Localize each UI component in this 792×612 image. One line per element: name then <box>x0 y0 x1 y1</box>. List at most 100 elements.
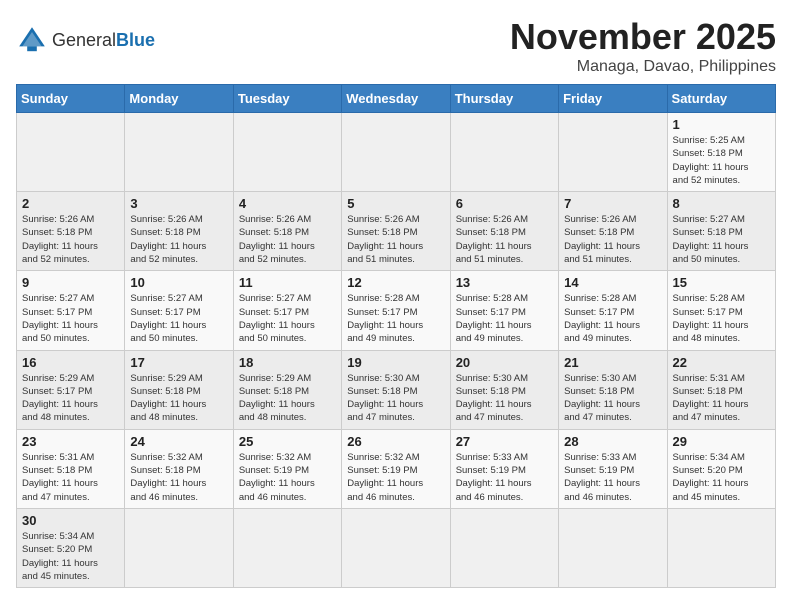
day-number: 19 <box>347 355 444 370</box>
day-number: 22 <box>673 355 770 370</box>
day-number: 28 <box>564 434 661 449</box>
location-title: Managa, Davao, Philippines <box>510 58 776 76</box>
day-info: Sunrise: 5:31 AMSunset: 5:18 PMDaylight:… <box>673 372 770 425</box>
calendar-cell: 16 Sunrise: 5:29 AMSunset: 5:17 PMDayligh… <box>17 350 125 429</box>
calendar-cell: 15Sunrise: 5:28 AMSunset: 5:17 PMDayligh… <box>667 271 775 350</box>
calendar-cell <box>559 508 667 587</box>
day-info: Sunrise: 5:34 AMSunset: 5:20 PMDaylight:… <box>673 451 770 504</box>
day-info: Sunrise: 5:28 AMSunset: 5:17 PMDaylight:… <box>456 292 553 345</box>
calendar-cell: 20 Sunrise: 5:30 AMSunset: 5:18 PMDayligh… <box>450 350 558 429</box>
calendar-cell: 29 Sunrise: 5:34 AMSunset: 5:20 PMDayligh… <box>667 429 775 508</box>
day-info: Sunrise: 5:30 AMSunset: 5:18 PMDaylight:… <box>456 372 553 425</box>
calendar-cell: 19 Sunrise: 5:30 AMSunset: 5:18 PMDayligh… <box>342 350 450 429</box>
day-number: 3 <box>130 196 227 211</box>
day-info: Sunrise: 5:32 AMSunset: 5:18 PMDaylight:… <box>130 451 227 504</box>
day-number: 21 <box>564 355 661 370</box>
day-number: 18 <box>239 355 336 370</box>
day-info: Sunrise: 5:27 AMSunset: 5:17 PMDaylight:… <box>239 292 336 345</box>
day-number: 2 <box>22 196 119 211</box>
calendar-cell <box>342 508 450 587</box>
day-number: 17 <box>130 355 227 370</box>
calendar-cell: 21Sunrise: 5:30 AMSunset: 5:18 PMDayligh… <box>559 350 667 429</box>
logo-icon <box>16 24 48 56</box>
day-number: 30 <box>22 513 119 528</box>
day-info: Sunrise: 5:26 AMSunset: 5:18 PMDaylight:… <box>239 213 336 266</box>
calendar-cell: 22 Sunrise: 5:31 AMSunset: 5:18 PMDayligh… <box>667 350 775 429</box>
day-number: 16 <box>22 355 119 370</box>
calendar-cell: 1Sunrise: 5:25 AMSunset: 5:18 PMDaylight… <box>667 113 775 192</box>
day-info: Sunrise: 5:26 AMSunset: 5:18 PMDaylight:… <box>564 213 661 266</box>
day-info: Sunrise: 5:30 AMSunset: 5:18 PMDaylight:… <box>347 372 444 425</box>
calendar-cell <box>233 113 341 192</box>
day-number: 11 <box>239 275 336 290</box>
day-number: 7 <box>564 196 661 211</box>
calendar-week-0: 1Sunrise: 5:25 AMSunset: 5:18 PMDaylight… <box>17 113 776 192</box>
calendar-cell: 9 Sunrise: 5:27 AMSunset: 5:17 PMDaylight… <box>17 271 125 350</box>
calendar-cell: 30Sunrise: 5:34 AMSunset: 5:20 PMDayligh… <box>17 508 125 587</box>
day-number: 14 <box>564 275 661 290</box>
calendar-week-2: 9 Sunrise: 5:27 AMSunset: 5:17 PMDaylight… <box>17 271 776 350</box>
day-info: Sunrise: 5:26 AMSunset: 5:18 PMDaylight:… <box>22 213 119 266</box>
weekday-header-saturday: Saturday <box>667 85 775 113</box>
calendar-cell: 10Sunrise: 5:27 AMSunset: 5:17 PMDayligh… <box>125 271 233 350</box>
calendar-cell <box>450 508 558 587</box>
month-title: November 2025 <box>510 16 776 58</box>
day-info: Sunrise: 5:32 AMSunset: 5:19 PMDaylight:… <box>239 451 336 504</box>
day-number: 27 <box>456 434 553 449</box>
weekday-header-monday: Monday <box>125 85 233 113</box>
weekday-header-row: SundayMondayTuesdayWednesdayThursdayFrid… <box>17 85 776 113</box>
calendar-cell <box>342 113 450 192</box>
calendar-cell: 27 Sunrise: 5:33 AMSunset: 5:19 PMDayligh… <box>450 429 558 508</box>
calendar-cell: 11 Sunrise: 5:27 AMSunset: 5:17 PMDayligh… <box>233 271 341 350</box>
header: GeneralBlue November 2025 Managa, Davao,… <box>16 16 776 76</box>
calendar-cell: 26Sunrise: 5:32 AMSunset: 5:19 PMDayligh… <box>342 429 450 508</box>
calendar-cell <box>559 113 667 192</box>
calendar-cell: 7 Sunrise: 5:26 AMSunset: 5:18 PMDaylight… <box>559 192 667 271</box>
day-number: 20 <box>456 355 553 370</box>
calendar-cell: 28Sunrise: 5:33 AMSunset: 5:19 PMDayligh… <box>559 429 667 508</box>
calendar-week-3: 16 Sunrise: 5:29 AMSunset: 5:17 PMDayligh… <box>17 350 776 429</box>
day-info: Sunrise: 5:28 AMSunset: 5:17 PMDaylight:… <box>564 292 661 345</box>
weekday-header-friday: Friday <box>559 85 667 113</box>
calendar-week-5: 30Sunrise: 5:34 AMSunset: 5:20 PMDayligh… <box>17 508 776 587</box>
day-info: Sunrise: 5:25 AMSunset: 5:18 PMDaylight:… <box>673 134 770 187</box>
calendar-cell <box>125 508 233 587</box>
logo-text: GeneralBlue <box>52 30 155 51</box>
day-info: Sunrise: 5:33 AMSunset: 5:19 PMDaylight:… <box>456 451 553 504</box>
calendar-cell: 12Sunrise: 5:28 AMSunset: 5:17 PMDayligh… <box>342 271 450 350</box>
calendar-cell: 24 Sunrise: 5:32 AMSunset: 5:18 PMDayligh… <box>125 429 233 508</box>
calendar-cell: 17 Sunrise: 5:29 AMSunset: 5:18 PMDayligh… <box>125 350 233 429</box>
day-number: 4 <box>239 196 336 211</box>
day-info: Sunrise: 5:27 AMSunset: 5:17 PMDaylight:… <box>22 292 119 345</box>
calendar-cell <box>17 113 125 192</box>
day-number: 26 <box>347 434 444 449</box>
day-number: 25 <box>239 434 336 449</box>
weekday-header-tuesday: Tuesday <box>233 85 341 113</box>
day-number: 9 <box>22 275 119 290</box>
calendar-cell: 3Sunrise: 5:26 AMSunset: 5:18 PMDaylight… <box>125 192 233 271</box>
day-info: Sunrise: 5:26 AMSunset: 5:18 PMDaylight:… <box>347 213 444 266</box>
calendar-body: 1Sunrise: 5:25 AMSunset: 5:18 PMDaylight… <box>17 113 776 588</box>
logo-blue: Blue <box>116 30 155 50</box>
calendar-cell: 6Sunrise: 5:26 AMSunset: 5:18 PMDaylight… <box>450 192 558 271</box>
calendar-cell: 8Sunrise: 5:27 AMSunset: 5:18 PMDaylight… <box>667 192 775 271</box>
weekday-header-thursday: Thursday <box>450 85 558 113</box>
day-info: Sunrise: 5:29 AMSunset: 5:18 PMDaylight:… <box>239 372 336 425</box>
calendar-cell: 13Sunrise: 5:28 AMSunset: 5:17 PMDayligh… <box>450 271 558 350</box>
calendar-cell <box>233 508 341 587</box>
day-number: 10 <box>130 275 227 290</box>
day-number: 12 <box>347 275 444 290</box>
calendar-cell: 25 Sunrise: 5:32 AMSunset: 5:19 PMDayligh… <box>233 429 341 508</box>
title-area: November 2025 Managa, Davao, Philippines <box>510 16 776 76</box>
day-number: 23 <box>22 434 119 449</box>
day-number: 24 <box>130 434 227 449</box>
day-info: Sunrise: 5:29 AMSunset: 5:17 PMDaylight:… <box>22 372 119 425</box>
day-number: 29 <box>673 434 770 449</box>
calendar-week-1: 2 Sunrise: 5:26 AMSunset: 5:18 PMDaylight… <box>17 192 776 271</box>
calendar: SundayMondayTuesdayWednesdayThursdayFrid… <box>16 84 776 588</box>
calendar-cell: 23Sunrise: 5:31 AMSunset: 5:18 PMDayligh… <box>17 429 125 508</box>
day-info: Sunrise: 5:29 AMSunset: 5:18 PMDaylight:… <box>130 372 227 425</box>
calendar-cell: 2 Sunrise: 5:26 AMSunset: 5:18 PMDaylight… <box>17 192 125 271</box>
day-info: Sunrise: 5:27 AMSunset: 5:18 PMDaylight:… <box>673 213 770 266</box>
calendar-cell <box>125 113 233 192</box>
